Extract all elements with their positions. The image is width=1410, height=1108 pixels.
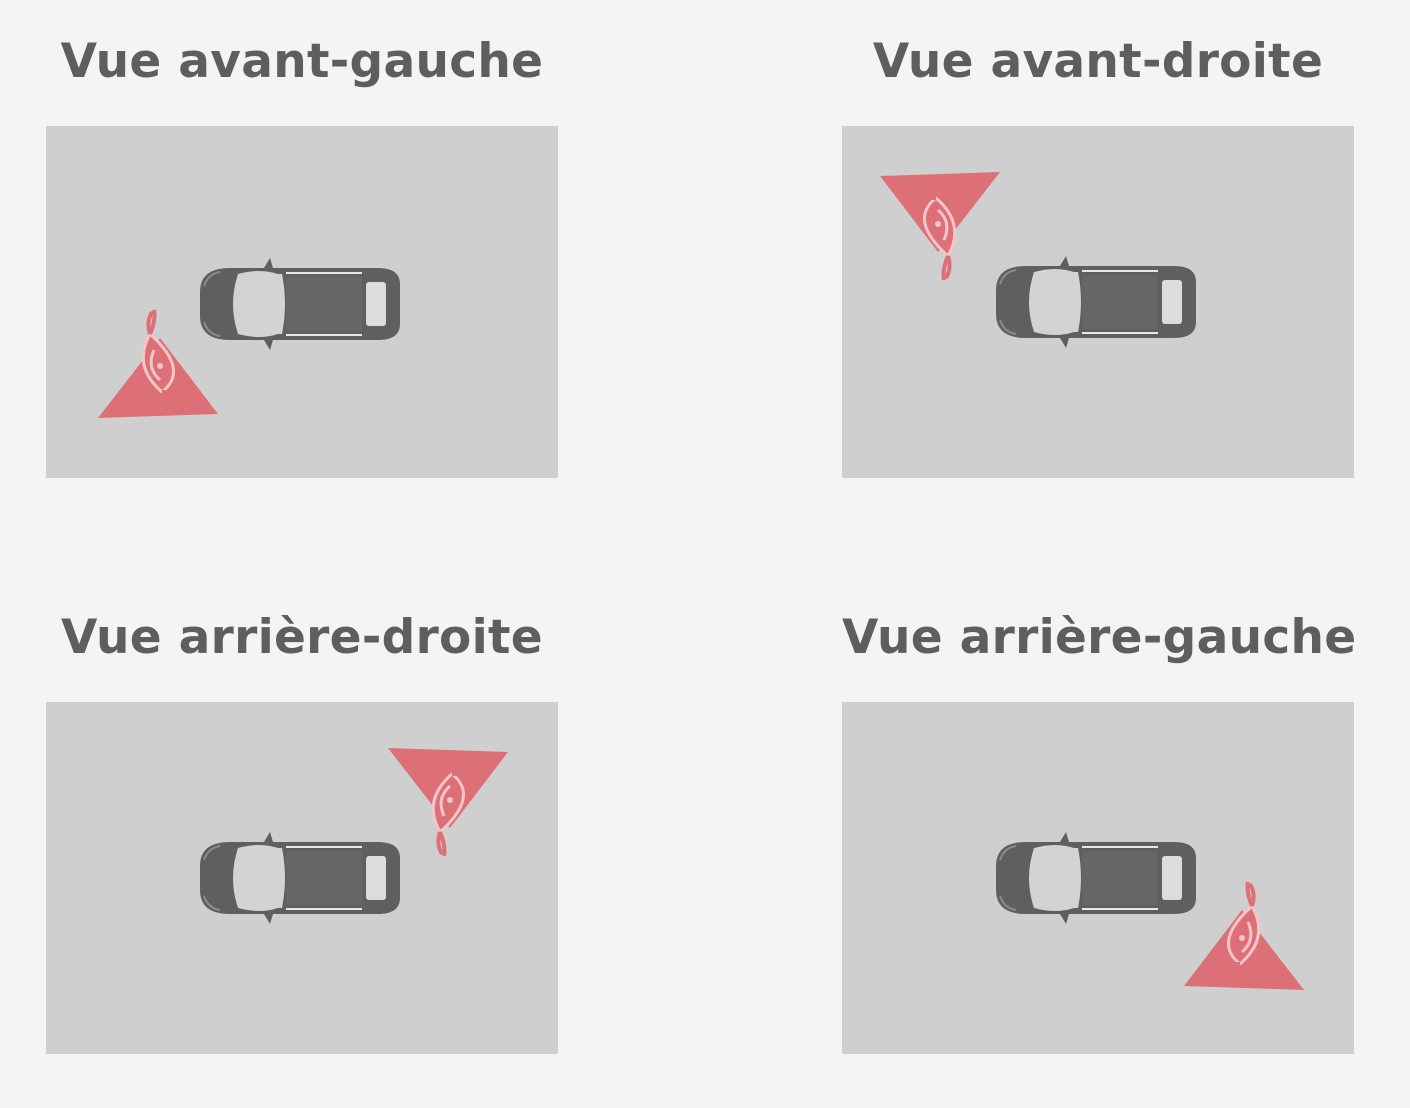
car-top-view-icon <box>995 831 1197 925</box>
eye-view-cone-icon <box>878 170 1002 282</box>
diagram-canvas <box>199 746 510 925</box>
diagram-canvas <box>878 170 1197 349</box>
eye-view-cone-icon <box>96 308 220 420</box>
diagram-panel <box>842 126 1354 478</box>
view-title: Vue arrière-gauche <box>842 610 1357 665</box>
diagram-panel <box>842 702 1354 1054</box>
eye-view-cone-icon <box>386 746 510 858</box>
eye-view-cone-icon <box>1182 880 1306 992</box>
view-title: Vue avant-gauche <box>60 34 544 89</box>
car-top-view-icon <box>995 255 1197 349</box>
diagram-panel <box>46 126 558 478</box>
diagram-canvas <box>995 831 1306 992</box>
car-top-view-icon <box>199 257 401 351</box>
view-title: Vue avant-droite <box>872 34 1324 89</box>
diagram-canvas <box>96 257 401 420</box>
view-title: Vue arrière-droite <box>61 610 543 665</box>
diagram-panel <box>46 702 558 1054</box>
car-top-view-icon <box>199 831 401 925</box>
